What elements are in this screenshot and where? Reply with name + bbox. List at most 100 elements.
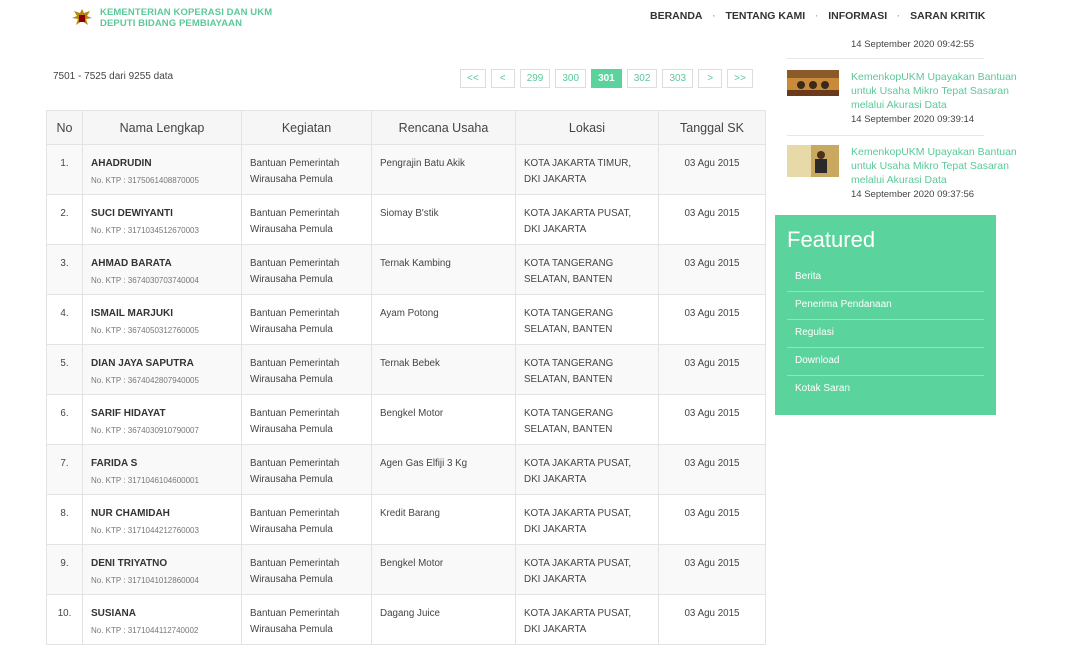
recipient-ktp: No. KTP : 3674030910790007 — [91, 426, 199, 435]
row-number: 9. — [60, 558, 69, 569]
table-row: 10. SUSIANA No. KTP : 3171044112740002 Bant… — [46, 594, 766, 645]
featured-link-regulasi[interactable]: Regulasi — [787, 320, 984, 348]
nav-beranda[interactable]: BERANDA — [650, 10, 703, 22]
recipient-name: FARIDA S — [91, 458, 138, 469]
featured-link-download[interactable]: Download — [787, 348, 984, 376]
divider — [787, 135, 984, 136]
row-number: 8. — [60, 508, 69, 519]
cell-lokasi: KOTA JAKARTA TIMUR, DKI JAKARTA — [515, 144, 659, 195]
cell-rencana-usaha: Dagang Juice — [371, 594, 516, 645]
lokasi-line2: SELATAN, BANTEN — [524, 374, 613, 385]
lokasi-line2: DKI JAKARTA — [524, 524, 587, 535]
nav-separator: · — [897, 11, 901, 21]
col-header-kegiatan: Kegiatan — [241, 110, 372, 145]
page-button[interactable]: 299 — [519, 69, 551, 88]
cell-lokasi: KOTA JAKARTA PUSAT, DKI JAKARTA — [515, 594, 659, 645]
cell-tanggal-sk: 03 Agu 2015 — [658, 544, 766, 595]
cell-tanggal-sk: 03 Agu 2015 — [658, 344, 766, 395]
cell-lokasi: KOTA TANGERANG SELATAN, BANTEN — [515, 344, 659, 395]
table-row: 4. ISMAIL MARJUKI No. KTP : 36740503127600… — [46, 294, 766, 345]
kegiatan-line2: Wirausaha Pemula — [250, 574, 333, 585]
pagination: << < 299 300 301 302 303 > >> — [460, 69, 758, 88]
tanggal-sk: 03 Agu 2015 — [684, 558, 740, 569]
news-date: 14 September 2020 09:37:56 — [851, 189, 975, 200]
tanggal-sk: 03 Agu 2015 — [684, 358, 740, 369]
col-header-tanggal-sk: Tanggal SK — [658, 110, 766, 145]
col-header-no: No — [46, 110, 83, 145]
recipient-ktp: No. KTP : 3171044112740002 — [91, 626, 199, 635]
cell-no: 4. — [46, 294, 83, 345]
news-item[interactable]: KemenkopUKM Upayakan Bantuan untuk Usaha… — [787, 70, 1037, 125]
lokasi-line1: KOTA JAKARTA PUSAT, — [524, 608, 632, 619]
table-row: 2. SUCI DEWIYANTI No. KTP : 31710345126700… — [46, 194, 766, 245]
tanggal-sk: 03 Agu 2015 — [684, 158, 740, 169]
page-button-current[interactable]: 301 — [591, 69, 622, 88]
cell-kegiatan: Bantuan Pemerintah Wirausaha Pemula — [241, 244, 372, 295]
cell-kegiatan: Bantuan Pemerintah Wirausaha Pemula — [241, 594, 372, 645]
nav-informasi[interactable]: INFORMASI — [828, 10, 887, 22]
recipient-name: ISMAIL MARJUKI — [91, 308, 174, 319]
recipient-ktp: No. KTP : 3171044212760003 — [91, 526, 199, 535]
cell-nama: DENI TRIYATNO No. KTP : 3171041012860004 — [82, 544, 242, 595]
page-button[interactable]: 302 — [626, 69, 658, 88]
kegiatan-line1: Bantuan Pemerintah — [250, 408, 340, 419]
cell-kegiatan: Bantuan Pemerintah Wirausaha Pemula — [241, 444, 372, 495]
cell-lokasi: KOTA TANGERANG SELATAN, BANTEN — [515, 244, 659, 295]
cell-nama: NUR CHAMIDAH No. KTP : 3171044212760003 — [82, 494, 242, 545]
cell-lokasi: KOTA JAKARTA PUSAT, DKI JAKARTA — [515, 194, 659, 245]
kegiatan-line2: Wirausaha Pemula — [250, 374, 333, 385]
cell-nama: AHADRUDIN No. KTP : 3175061408870005 — [82, 144, 242, 195]
news-title-link[interactable]: KemenkopUKM Upayakan Bantuan untuk Usaha… — [851, 70, 1037, 112]
recipient-name: SARIF HIDAYAT — [91, 408, 166, 419]
news-item[interactable]: KemenkopUKM Upayakan Bantuan untuk Usaha… — [787, 145, 1037, 200]
cell-no: 10. — [46, 594, 83, 645]
lokasi-line2: DKI JAKARTA — [524, 624, 587, 635]
cell-no: 3. — [46, 244, 83, 295]
rencana-usaha: Dagang Juice — [380, 608, 440, 619]
kegiatan-line1: Bantuan Pemerintah — [250, 358, 340, 369]
cell-nama: AHMAD BARATA No. KTP : 3674030703740004 — [82, 244, 242, 295]
row-number: 10. — [57, 608, 72, 619]
featured-link-penerima-pendanaan[interactable]: Penerima Pendanaan — [787, 292, 984, 320]
cell-lokasi: KOTA TANGERANG SELATAN, BANTEN — [515, 294, 659, 345]
col-header-rencana-usaha: Rencana Usaha — [371, 110, 516, 145]
recipient-name: DENI TRIYATNO — [91, 558, 168, 569]
cell-no: 2. — [46, 194, 83, 245]
tanggal-sk: 03 Agu 2015 — [684, 208, 740, 219]
logo-line1: KEMENTERIAN KOPERASI DAN UKM — [100, 7, 273, 18]
cell-nama: ISMAIL MARJUKI No. KTP : 3674050312760005 — [82, 294, 242, 345]
kegiatan-line1: Bantuan Pemerintah — [250, 258, 340, 269]
cell-lokasi: KOTA TANGERANG SELATAN, BANTEN — [515, 394, 659, 445]
recipient-ktp: No. KTP : 3175061408870005 — [91, 176, 199, 185]
garuda-emblem-icon — [72, 9, 92, 25]
page-next-button[interactable]: > — [698, 69, 723, 88]
kegiatan-line2: Wirausaha Pemula — [250, 524, 333, 535]
lokasi-line1: KOTA JAKARTA PUSAT, — [524, 458, 632, 469]
news-title-link[interactable]: KemenkopUKM Upayakan Bantuan untuk Usaha… — [851, 145, 1037, 187]
lokasi-line1: KOTA TANGERANG — [524, 358, 614, 369]
cell-rencana-usaha: Ternak Bebek — [371, 344, 516, 395]
page-first-button[interactable]: << — [460, 69, 486, 88]
divider — [787, 58, 984, 59]
featured-link-berita[interactable]: Berita — [787, 264, 984, 292]
kegiatan-line1: Bantuan Pemerintah — [250, 558, 340, 569]
nav-saran-kritik[interactable]: SARAN KRITIK — [910, 10, 985, 22]
tanggal-sk: 03 Agu 2015 — [684, 308, 740, 319]
kegiatan-line1: Bantuan Pemerintah — [250, 608, 340, 619]
page-button[interactable]: 300 — [555, 69, 587, 88]
site-logo[interactable]: KEMENTERIAN KOPERASI DAN UKM DEPUTI BIDA… — [70, 6, 272, 30]
lokasi-line2: SELATAN, BANTEN — [524, 274, 613, 285]
nav-tentang-kami[interactable]: TENTANG KAMI — [726, 10, 806, 22]
cell-no: 6. — [46, 394, 83, 445]
page-button[interactable]: 303 — [662, 69, 694, 88]
lokasi-line2: DKI JAKARTA — [524, 474, 587, 485]
lokasi-line1: KOTA TANGERANG — [524, 258, 614, 269]
cell-no: 1. — [46, 144, 83, 195]
page-last-button[interactable]: >> — [727, 69, 753, 88]
table-row: 9. DENI TRIYATNO No. KTP : 317104101286000… — [46, 544, 766, 595]
featured-link-kotak-saran[interactable]: Kotak Saran — [787, 376, 984, 404]
featured-title: Featured — [787, 227, 876, 252]
cell-kegiatan: Bantuan Pemerintah Wirausaha Pemula — [241, 194, 372, 245]
tanggal-sk: 03 Agu 2015 — [684, 458, 740, 469]
page-prev-button[interactable]: < — [490, 69, 515, 88]
